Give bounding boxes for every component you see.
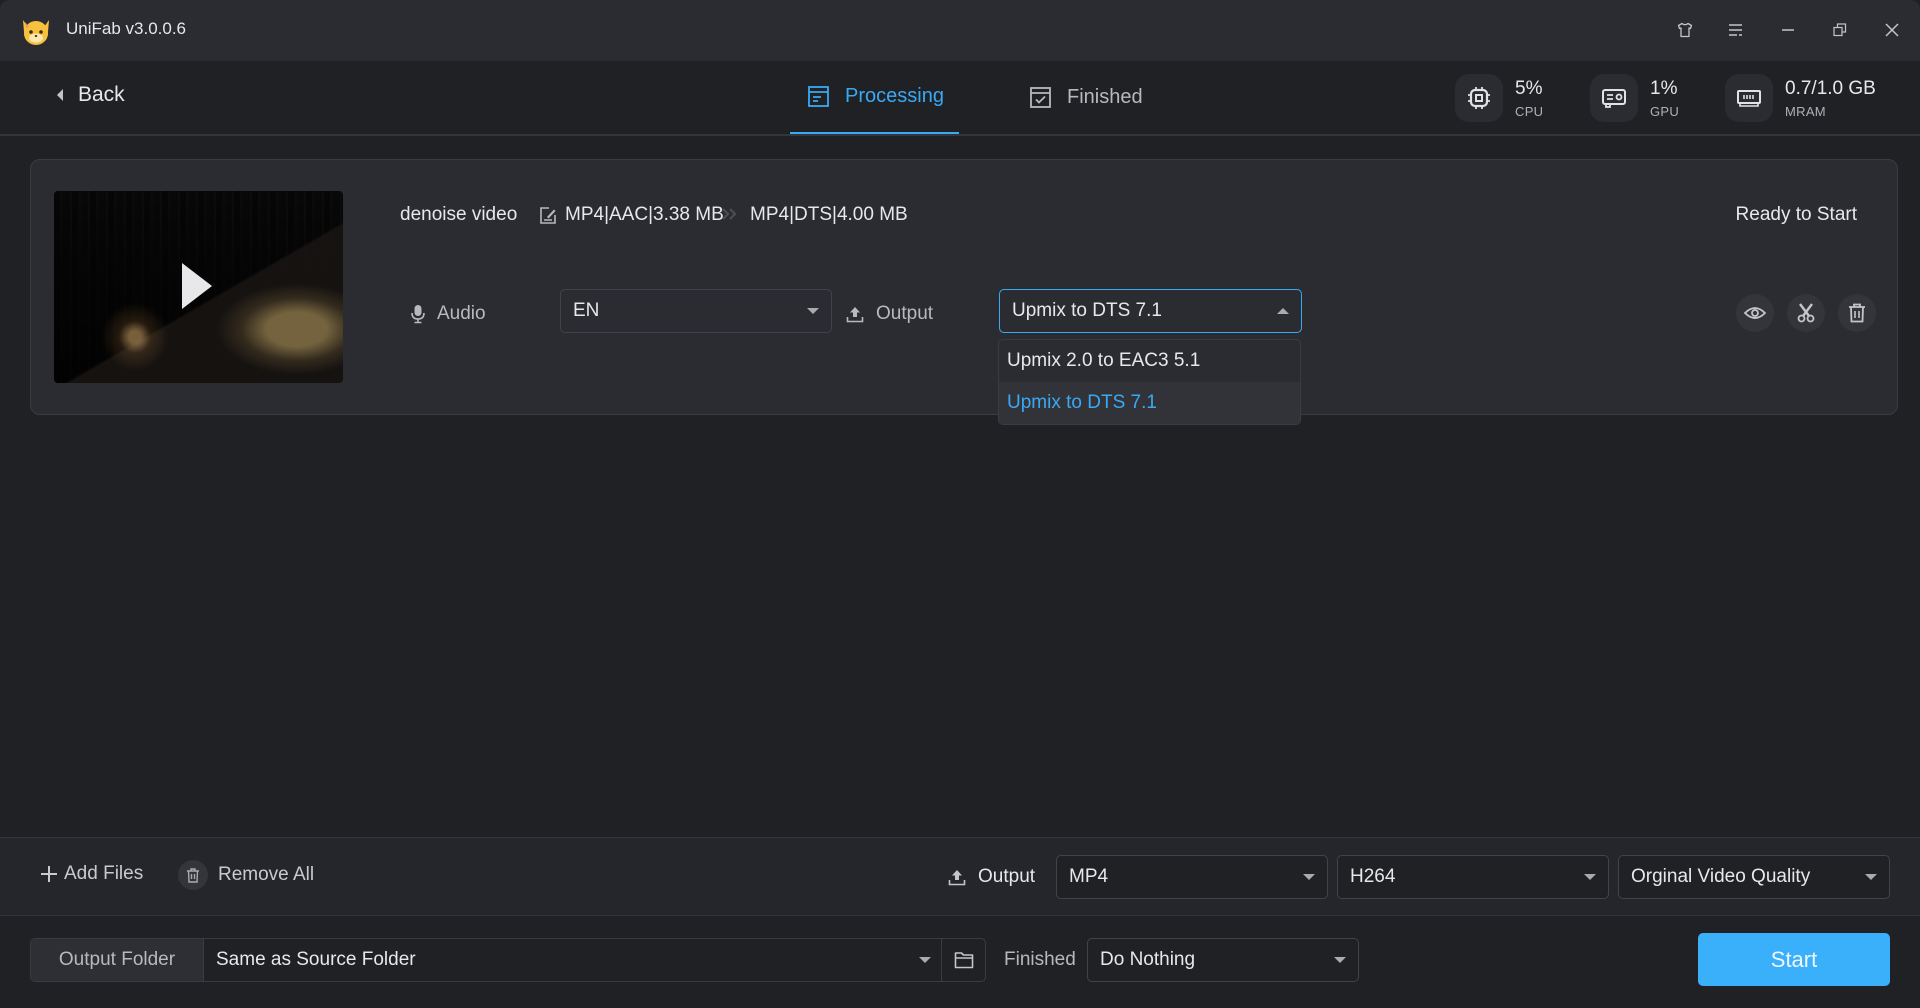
codec-select[interactable]: H264	[1337, 855, 1609, 899]
codec-value: H264	[1350, 866, 1396, 887]
ram-value: 0.7/1.0 GB	[1785, 77, 1876, 99]
folder-icon	[954, 952, 973, 969]
quality-value: Orginal Video Quality	[1631, 866, 1811, 887]
close-icon	[1885, 23, 1899, 37]
audio-label-text: Audio	[437, 303, 486, 324]
finished-action-label: Finished	[1004, 949, 1076, 970]
dropdown-option[interactable]: Upmix 2.0 to EAC3 5.1	[999, 340, 1300, 382]
output-label: Output	[846, 303, 933, 325]
checkbox-icon	[1030, 87, 1051, 108]
close-button[interactable]	[1876, 14, 1908, 46]
minimize-icon	[1782, 29, 1794, 31]
back-label: Back	[78, 83, 125, 106]
skin-button[interactable]	[1669, 14, 1701, 46]
source-info[interactable]: MP4|AAC|3.38 MB	[539, 204, 724, 226]
play-icon[interactable]	[182, 263, 212, 309]
preview-button[interactable]	[1736, 294, 1774, 332]
restore-button[interactable]	[1824, 14, 1856, 46]
file-name: denoise video	[400, 204, 518, 225]
audio-output-select[interactable]: Upmix to DTS 7.1	[999, 289, 1302, 333]
caret-left-icon	[57, 89, 63, 101]
audio-track-value: EN	[573, 300, 600, 321]
title-bar: UniFab v3.0.0.6	[0, 0, 1920, 61]
start-button[interactable]: Start	[1698, 933, 1890, 986]
action-row: Add Files Remove All Output MP4 H264 Org…	[0, 838, 1920, 916]
cpu-value: 5%	[1515, 77, 1543, 99]
chevron-down-icon	[1334, 957, 1346, 963]
chevron-down-icon	[919, 957, 931, 963]
gpu-icon	[1590, 74, 1638, 122]
upload-icon	[948, 870, 966, 886]
video-thumbnail[interactable]	[54, 191, 343, 383]
gpu-stat: 1% GPU	[1590, 74, 1679, 122]
chevron-down-icon	[1303, 874, 1315, 880]
menu-icon	[1729, 24, 1742, 36]
tab-finished-label: Finished	[1067, 86, 1143, 108]
eye-icon	[1744, 307, 1766, 319]
trash-icon	[1849, 303, 1865, 323]
edit-icon	[540, 206, 556, 224]
format-select[interactable]: MP4	[1056, 855, 1328, 899]
output-format-label-text: Output	[978, 866, 1036, 887]
double-arrow-icon	[722, 208, 737, 220]
task-card: denoise video MP4|AAC|3.38 MB MP4|DTS|4.…	[30, 159, 1898, 415]
chevron-down-icon	[1584, 874, 1596, 880]
trim-button[interactable]	[1787, 294, 1825, 332]
finished-action-value: Do Nothing	[1100, 949, 1196, 970]
delete-button[interactable]	[1838, 294, 1876, 332]
tab-processing[interactable]: Processing	[790, 61, 959, 134]
status-text: Ready to Start	[1735, 204, 1857, 225]
app-logo-icon	[18, 12, 54, 48]
output-format-label: Output	[948, 866, 1035, 888]
gpu-label: GPU	[1650, 103, 1680, 119]
ram-stat: 0.7/1.0 GB MRAM	[1725, 74, 1876, 122]
output-label-text: Output	[876, 303, 934, 324]
plus-icon	[41, 866, 57, 882]
chevron-down-icon	[1865, 874, 1877, 880]
minimize-button[interactable]	[1772, 14, 1804, 46]
bottom-panel: Add Files Remove All Output MP4 H264 Org…	[0, 837, 1920, 1008]
source-info-text: MP4|AAC|3.38 MB	[565, 204, 724, 225]
app-title: UniFab v3.0.0.6	[66, 19, 187, 38]
list-icon	[808, 86, 829, 107]
chevron-up-icon	[1277, 308, 1289, 314]
tab-processing-label: Processing	[845, 85, 944, 107]
menu-button[interactable]	[1720, 14, 1752, 46]
header-bar: Back Processing Finished 5% CPU 1% GPU 0…	[0, 61, 1920, 136]
shirt-icon	[1677, 22, 1693, 38]
target-info: MP4|DTS|4.00 MB	[750, 204, 908, 225]
output-folder-value: Same as Source Folder	[216, 949, 416, 970]
browse-folder-button[interactable]	[942, 939, 985, 981]
audio-output-dropdown: Upmix 2.0 to EAC3 5.1 Upmix to DTS 7.1	[998, 339, 1301, 425]
trash-icon	[178, 860, 208, 890]
cpu-label: CPU	[1515, 103, 1544, 119]
microphone-icon	[411, 305, 425, 324]
tab-finished[interactable]: Finished	[1030, 61, 1143, 134]
output-folder-group: Output Folder Same as Source Folder	[30, 938, 986, 982]
back-button[interactable]: Back	[56, 83, 125, 107]
ram-label: MRAM	[1785, 103, 1826, 119]
gpu-value: 1%	[1650, 77, 1678, 99]
cpu-stat: 5% CPU	[1455, 74, 1543, 122]
quality-select[interactable]: Orginal Video Quality	[1618, 855, 1890, 899]
audio-label: Audio	[411, 303, 486, 325]
remove-all-button[interactable]: Remove All	[178, 860, 314, 890]
restore-icon	[1833, 23, 1847, 37]
cpu-icon	[1455, 74, 1503, 122]
chevron-down-icon	[807, 308, 819, 314]
add-files-button[interactable]: Add Files	[40, 863, 143, 885]
audio-output-value: Upmix to DTS 7.1	[1012, 300, 1162, 321]
finished-action-select[interactable]: Do Nothing	[1087, 938, 1359, 982]
dropdown-option-selected[interactable]: Upmix to DTS 7.1	[999, 382, 1300, 424]
output-folder-select[interactable]: Same as Source Folder	[204, 939, 942, 981]
ram-icon	[1725, 74, 1773, 122]
upload-icon	[846, 307, 864, 323]
audio-track-select[interactable]: EN	[560, 289, 832, 333]
scissors-icon	[1797, 303, 1815, 323]
output-folder-label: Output Folder	[31, 939, 204, 981]
add-files-label: Add Files	[64, 863, 144, 884]
remove-all-label: Remove All	[218, 864, 315, 885]
format-value: MP4	[1069, 866, 1109, 887]
